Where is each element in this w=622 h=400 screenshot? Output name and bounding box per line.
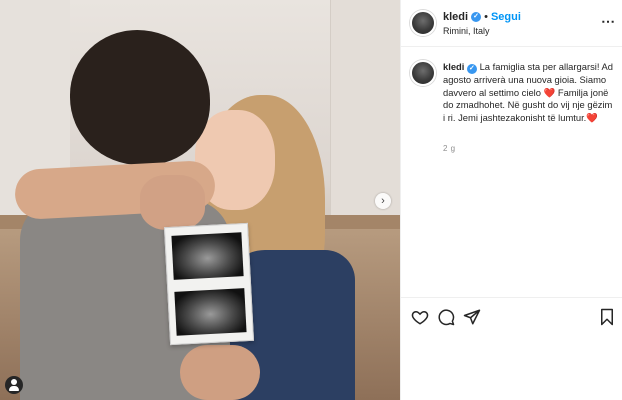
caption-section: kledi ✓ La famiglia sta per allargarsi! … (401, 47, 622, 297)
user-tag-shoulders (9, 386, 19, 391)
ultrasound-image-top (171, 232, 244, 280)
follow-button[interactable]: Segui (491, 11, 521, 23)
verified-badge-icon: ✓ (471, 12, 482, 22)
post-header: kledi ✓ • Segui Rimini, Italy ⋯ (401, 0, 622, 47)
chevron-right-icon[interactable]: › (375, 193, 391, 209)
post-timestamp[interactable]: 2 g (443, 144, 456, 153)
separator-dot: • (484, 11, 488, 23)
avatar-icon[interactable] (410, 10, 436, 36)
caption-verified-badge-icon: ✓ (466, 64, 477, 74)
bookmark-icon[interactable] (598, 308, 616, 326)
more-options-icon[interactable]: ⋯ (601, 13, 616, 30)
header-user-row: kledi ✓ • Segui (443, 11, 521, 23)
user-tag-head (11, 379, 17, 385)
comment-icon[interactable] (437, 308, 455, 326)
header-username[interactable]: kledi (443, 11, 468, 23)
paper-plane-icon[interactable] (463, 308, 481, 326)
user-tag-icon[interactable] (5, 376, 23, 394)
photo-hand (140, 175, 205, 230)
photo-man-hair (70, 30, 210, 165)
post-photo[interactable]: › (0, 0, 400, 400)
ultrasound-image-bottom (174, 288, 247, 336)
caption-username[interactable]: kledi (443, 61, 464, 72)
heart-icon[interactable] (411, 308, 429, 326)
action-bar (401, 297, 622, 337)
photo-arm-lower (180, 345, 260, 400)
location-link[interactable]: Rimini, Italy (443, 26, 490, 36)
caption-avatar-icon[interactable] (410, 60, 436, 86)
post-caption: kledi ✓ La famiglia sta per allargarsi! … (443, 61, 615, 124)
photo-ultrasound (163, 222, 255, 346)
photo-cabinet (330, 0, 400, 220)
post-side-panel: kledi ✓ • Segui Rimini, Italy ⋯ kledi ✓ … (400, 0, 622, 400)
